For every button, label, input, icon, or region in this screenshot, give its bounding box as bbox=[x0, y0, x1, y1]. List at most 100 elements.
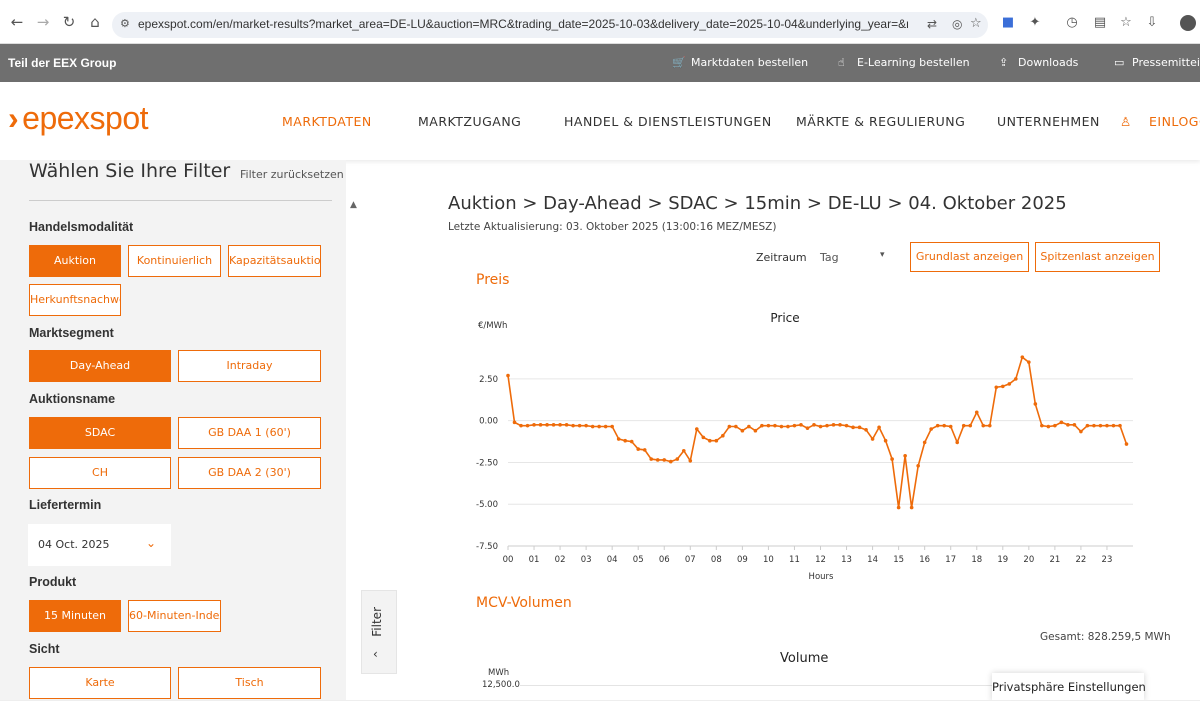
price-point bbox=[994, 385, 999, 390]
breadcrumb: Auktion > Day-Ahead > SDAC > 15min > DE-… bbox=[448, 193, 1067, 214]
volume-chart-title: Volume bbox=[780, 651, 829, 666]
price-point bbox=[519, 423, 523, 428]
link-downloads[interactable]: Downloads bbox=[1018, 56, 1078, 69]
epexspot-logo[interactable]: › epexspot bbox=[8, 100, 149, 137]
price-chart: Price €/MWh Hours 2.50 0.00 -2.50 -5.00 -7.5… bbox=[476, 311, 1133, 582]
price-point bbox=[779, 424, 784, 429]
xtick-label: 04 bbox=[607, 555, 618, 565]
price-point bbox=[844, 423, 849, 428]
nav-login[interactable]: EINLOGG bbox=[1149, 114, 1200, 129]
xtick-label: 18 bbox=[971, 555, 982, 565]
price-point bbox=[955, 440, 960, 445]
btn-gb-daa-1[interactable]: GB DAA 1 (60') bbox=[178, 417, 321, 449]
btn-karte[interactable]: Karte bbox=[29, 667, 171, 699]
xtick-label: 03 bbox=[581, 555, 592, 565]
xtick-label: 13 bbox=[841, 555, 852, 565]
home-icon[interactable]: ⌂ bbox=[86, 13, 104, 31]
nav-maerkte[interactable]: MÄRKTE & REGULIERUNG bbox=[796, 114, 965, 129]
xtick-label: 16 bbox=[919, 555, 930, 565]
ytick-label: -2.50 bbox=[476, 458, 498, 468]
price-point bbox=[1092, 423, 1096, 428]
reading-list-icon[interactable]: ▤ bbox=[1092, 15, 1108, 31]
btn-intraday[interactable]: Intraday bbox=[178, 350, 321, 382]
price-point bbox=[740, 428, 745, 433]
site-info-icon[interactable]: ⚙ bbox=[120, 17, 130, 30]
link-pressemitteilungen[interactable]: Pressemitteilu bbox=[1132, 56, 1200, 69]
xtick-label: 19 bbox=[997, 555, 1008, 565]
price-point bbox=[629, 439, 634, 444]
price-point bbox=[987, 423, 992, 428]
price-point bbox=[1124, 442, 1129, 446]
price-point bbox=[864, 428, 868, 432]
btn-ch[interactable]: CH bbox=[29, 457, 171, 489]
price-point bbox=[506, 373, 510, 378]
price-point bbox=[1079, 429, 1083, 434]
ytick-label: 0.00 bbox=[479, 417, 498, 427]
bookmark-star-icon[interactable]: ☆ bbox=[970, 16, 982, 31]
price-point bbox=[961, 423, 966, 428]
btn-kontinuierlich[interactable]: Kontinuierlich bbox=[128, 245, 221, 277]
nav-marktzugang[interactable]: MARKTZUGANG bbox=[418, 114, 521, 129]
price-point bbox=[688, 458, 693, 463]
btn-herkunftsnachweise[interactable]: Herkunftsnachweise bbox=[29, 284, 121, 316]
filter-toggle-tab[interactable]: Filter ‹ bbox=[361, 590, 397, 674]
price-point bbox=[564, 423, 569, 427]
date-picker[interactable]: 04 Oct. 2025 ⌄ bbox=[28, 524, 171, 566]
volume-ytick: 12,500.0 bbox=[482, 680, 520, 690]
price-point bbox=[603, 424, 608, 429]
xtick-label: 20 bbox=[1023, 555, 1034, 565]
price-point bbox=[929, 427, 933, 431]
filter-reset-link[interactable]: Filter zurücksetzen bbox=[240, 168, 344, 181]
price-point bbox=[675, 457, 680, 461]
nav-unternehmen[interactable]: UNTERNEHMEN bbox=[997, 114, 1100, 129]
chart-gridlines bbox=[508, 378, 1133, 547]
translate-icon[interactable]: ⇄ bbox=[927, 17, 937, 31]
price-point bbox=[525, 423, 530, 428]
chart-xlabel: Hours bbox=[809, 572, 834, 582]
price-point bbox=[1085, 423, 1090, 428]
address-bar[interactable]: ⚙ epexspot.com/en/market-results?market_… bbox=[112, 12, 988, 38]
eye-slash-icon[interactable]: ◎ bbox=[952, 17, 962, 31]
btn-60-minuten-index[interactable]: 60-Minuten-Index bbox=[128, 600, 221, 632]
link-elearning-bestellen[interactable]: E-Learning bestellen bbox=[857, 56, 970, 69]
back-icon[interactable]: ← bbox=[8, 13, 26, 31]
downloads-icon[interactable]: ⇩ bbox=[1144, 15, 1160, 31]
btn-day-ahead[interactable]: Day-Ahead bbox=[29, 350, 171, 382]
nav-handel[interactable]: HANDEL & DIENSTLEISTUNGEN bbox=[564, 114, 772, 129]
scroll-up-icon[interactable]: ▲ bbox=[350, 200, 360, 210]
link-marktdaten-bestellen[interactable]: Marktdaten bestellen bbox=[691, 56, 808, 69]
extension-translate-icon[interactable]: ■ bbox=[1000, 15, 1016, 31]
btn-gb-daa-2[interactable]: GB DAA 2 (30') bbox=[178, 457, 321, 489]
bookmarks-icon[interactable]: ☆ bbox=[1118, 15, 1134, 31]
extensions-puzzle-icon[interactable]: ✦ bbox=[1027, 15, 1043, 31]
price-point bbox=[577, 423, 582, 428]
profile-avatar[interactable] bbox=[1180, 15, 1196, 31]
history-icon[interactable]: ◷ bbox=[1064, 15, 1080, 31]
btn-tisch[interactable]: Tisch bbox=[178, 667, 321, 699]
privacy-settings-button[interactable]: Privatsphäre Einstellungen bbox=[992, 673, 1146, 701]
btn-sdac[interactable]: SDAC bbox=[29, 417, 171, 449]
nav-marktdaten[interactable]: MARKTDATEN bbox=[282, 114, 372, 129]
forward-icon[interactable]: → bbox=[34, 13, 52, 31]
xtick-label: 12 bbox=[815, 555, 826, 565]
label-liefertermin: Liefertermin bbox=[29, 498, 102, 512]
mouse-icon: ☝ bbox=[838, 56, 845, 69]
label-sicht: Sicht bbox=[29, 642, 60, 656]
price-point bbox=[1072, 423, 1077, 427]
price-point bbox=[903, 453, 907, 458]
price-point bbox=[571, 423, 575, 428]
user-icon[interactable]: ♙ bbox=[1120, 114, 1132, 129]
grundlast-button[interactable]: Grundlast anzeigen bbox=[910, 242, 1029, 272]
btn-15-minuten[interactable]: 15 Minuten bbox=[29, 600, 121, 632]
btn-auktion[interactable]: Auktion bbox=[29, 245, 121, 277]
preis-title: Preis bbox=[476, 272, 510, 288]
btn-kapazitaetsauktion[interactable]: Kapazitätsauktion bbox=[228, 245, 321, 277]
spitzenlast-button[interactable]: Spitzenlast anzeigen bbox=[1035, 242, 1160, 272]
label-produkt: Produkt bbox=[29, 575, 77, 589]
zeitraum-select[interactable]: Tag ▾ bbox=[820, 248, 892, 268]
price-point bbox=[512, 420, 517, 425]
chart-ylabel: €/MWh bbox=[478, 321, 507, 331]
reload-icon[interactable]: ↻ bbox=[60, 13, 78, 31]
price-point bbox=[831, 423, 836, 427]
price-point bbox=[935, 423, 940, 428]
